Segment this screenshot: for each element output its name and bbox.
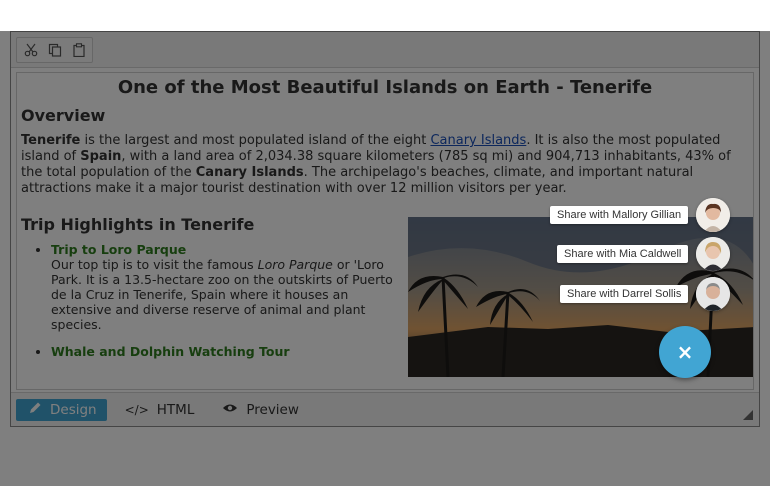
- share-label: Share with Mia Caldwell: [557, 245, 689, 263]
- share-label: Share with Darrel Sollis: [560, 285, 689, 303]
- avatar: [696, 198, 731, 232]
- close-share-button[interactable]: ×: [659, 326, 711, 378]
- close-icon: ×: [676, 340, 694, 364]
- avatar: [696, 237, 731, 271]
- share-option-mallory[interactable]: Share with Mallory Gillian: [550, 198, 731, 232]
- share-option-darrel[interactable]: Share with Darrel Sollis: [560, 277, 731, 311]
- share-label: Share with Mallory Gillian: [550, 206, 689, 224]
- page-top-area: [0, 0, 770, 31]
- avatar: [696, 277, 731, 311]
- share-option-mia[interactable]: Share with Mia Caldwell: [557, 237, 731, 271]
